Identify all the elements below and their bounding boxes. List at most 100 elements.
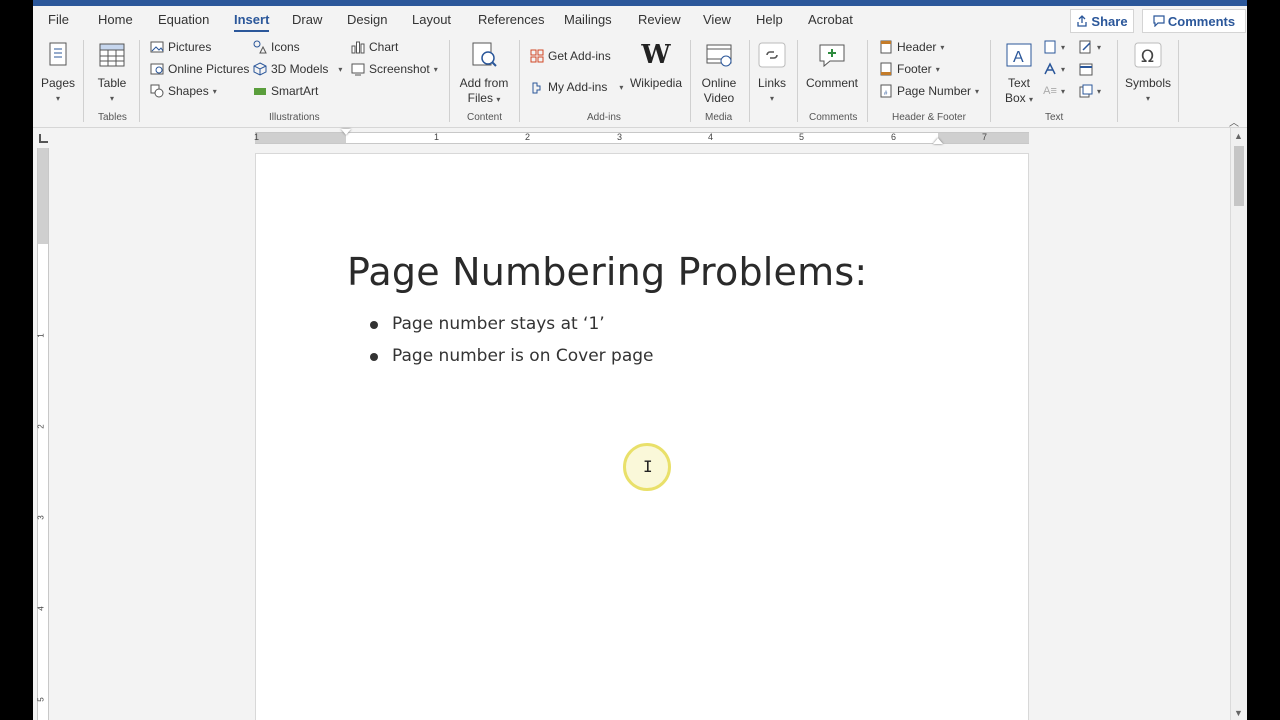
tab-file[interactable]: File: [48, 12, 69, 27]
tab-selector-icon[interactable]: [39, 134, 48, 143]
tab-layout[interactable]: Layout: [412, 12, 451, 27]
tab-review[interactable]: Review: [638, 12, 681, 27]
icons-button[interactable]: Icons: [253, 38, 300, 56]
ruler-number: 3: [617, 132, 623, 142]
text-box-button[interactable]: A Text Box ▾: [999, 40, 1039, 107]
tab-references[interactable]: References: [478, 12, 544, 27]
text-cursor-icon: I: [643, 457, 653, 476]
vertical-scrollbar[interactable]: ▲ ▼: [1230, 128, 1247, 720]
document-title[interactable]: Page Numbering Problems:: [347, 250, 867, 294]
share-label: Share: [1091, 13, 1128, 29]
pages-button[interactable]: Pages ▾: [40, 40, 76, 106]
chevron-down-icon: ▾: [975, 86, 980, 96]
tab-design[interactable]: Design: [347, 12, 387, 27]
quick-parts-button[interactable]: ▾: [1043, 38, 1065, 56]
video-label: Video: [703, 91, 735, 105]
my-addins-button[interactable]: My Add-ins ▾: [530, 78, 623, 96]
first-line-indent-marker[interactable]: [341, 129, 351, 135]
scroll-up-icon[interactable]: ▲: [1234, 131, 1243, 141]
my-addins-label: My Add-ins: [548, 80, 608, 94]
divider: [990, 40, 991, 122]
pictures-icon: [150, 40, 164, 54]
shapes-button[interactable]: Shapes ▾: [150, 82, 217, 100]
wikipedia-icon: W: [641, 39, 671, 70]
cube-icon: [253, 62, 267, 76]
get-addins-button[interactable]: Get Add-ins: [530, 47, 611, 65]
wordart-button[interactable]: ▾: [1043, 60, 1065, 78]
object-button[interactable]: ▾: [1079, 82, 1101, 100]
pictures-button[interactable]: Pictures: [150, 38, 211, 56]
new-comment-icon: [816, 40, 848, 70]
3d-models-button[interactable]: 3D Models ▾: [253, 60, 342, 78]
document-page[interactable]: Page Numbering Problems: Page number sta…: [255, 153, 1029, 720]
screenshot-button[interactable]: Screenshot ▾: [351, 60, 438, 78]
table-button[interactable]: Table ▾: [94, 40, 130, 106]
tab-mailings[interactable]: Mailings: [564, 12, 612, 27]
footer-button[interactable]: Footer ▾: [879, 60, 940, 78]
word-window: File Home Equation Insert Draw Design La…: [33, 0, 1247, 720]
list-item[interactable]: Page number stays at ‘1’: [369, 310, 654, 342]
tab-insert[interactable]: Insert: [234, 12, 270, 32]
page-number-button[interactable]: # Page Number ▾: [879, 82, 979, 100]
chevron-down-icon: ▾: [1061, 42, 1066, 52]
tab-draw[interactable]: Draw: [292, 12, 322, 27]
chevron-down-icon: ▾: [1097, 86, 1102, 96]
tab-acrobat[interactable]: Acrobat: [808, 12, 853, 27]
collapse-ribbon-icon[interactable]: ︿: [1229, 114, 1239, 129]
symbols-button[interactable]: Ω Symbols ▾: [1125, 40, 1171, 106]
add-from-files-icon: [468, 40, 500, 70]
chevron-down-icon: ▾: [935, 64, 940, 74]
left-margin: [255, 133, 346, 143]
wordart-icon: [1043, 62, 1057, 76]
right-indent-marker[interactable]: [933, 138, 943, 144]
vertical-ruler[interactable]: 1 2 3 4 5: [37, 148, 49, 720]
ruler-number: 2: [525, 132, 531, 142]
tab-equation[interactable]: Equation: [158, 12, 209, 27]
share-button[interactable]: Share: [1070, 9, 1134, 33]
online-video-button[interactable]: Online Video: [697, 40, 741, 106]
ribbon-tabs: File Home Equation Insert Draw Design La…: [33, 6, 1247, 36]
ruler-number: 5: [36, 697, 46, 702]
chart-button[interactable]: Chart: [351, 38, 398, 56]
footer-label: Footer: [897, 62, 932, 76]
pictures-label: Pictures: [168, 40, 212, 54]
comment-icon: [1153, 15, 1165, 27]
chevron-down-icon: ▾: [1029, 95, 1034, 104]
page-icon: [42, 40, 74, 70]
chevron-down-icon: ▾: [1061, 86, 1066, 96]
tab-home[interactable]: Home: [98, 12, 133, 27]
signature-line-button[interactable]: ▾: [1079, 38, 1101, 56]
add-from-files-button[interactable]: Add from Files ▾: [457, 40, 511, 107]
share-icon: [1077, 15, 1088, 27]
ruler-number: 1: [434, 132, 440, 142]
tab-help[interactable]: Help: [756, 12, 783, 27]
wikipedia-button[interactable]: W Wikipedia: [629, 40, 683, 91]
ruler-number: 1: [254, 132, 260, 142]
chevron-down-icon: ▾: [212, 86, 217, 96]
online-pictures-button[interactable]: Online Pictures: [150, 60, 249, 78]
chevron-down-icon: ▾: [1145, 94, 1150, 103]
ruler-number: 2: [36, 424, 46, 429]
online-pictures-icon: [150, 62, 164, 76]
scroll-down-icon[interactable]: ▼: [1234, 708, 1243, 718]
header-button[interactable]: Header ▾: [879, 38, 944, 56]
smartart-button[interactable]: SmartArt: [253, 82, 318, 100]
divider: [83, 40, 84, 122]
date-time-button[interactable]: [1079, 60, 1093, 78]
drop-cap-icon: A≡: [1043, 85, 1057, 97]
links-button[interactable]: Links ▾: [755, 40, 789, 106]
comment-button[interactable]: Comment: [803, 40, 861, 91]
drop-cap-button[interactable]: A≡ ▾: [1043, 82, 1065, 100]
smartart-icon: [253, 84, 267, 98]
comments-button[interactable]: Comments: [1142, 9, 1246, 33]
wikipedia-label: Wikipedia: [629, 76, 683, 90]
list-item[interactable]: Page number is on Cover page: [369, 342, 654, 374]
scrollbar-thumb[interactable]: [1234, 146, 1244, 206]
media-group-label: Media: [705, 112, 733, 123]
tab-view[interactable]: View: [703, 12, 731, 27]
tables-group-label: Tables: [98, 112, 127, 123]
get-addins-label: Get Add-ins: [548, 49, 611, 63]
divider: [867, 40, 868, 122]
header-label: Header: [897, 40, 937, 54]
horizontal-ruler[interactable]: 1 1 2 3 4 5 6 7: [254, 129, 1029, 144]
